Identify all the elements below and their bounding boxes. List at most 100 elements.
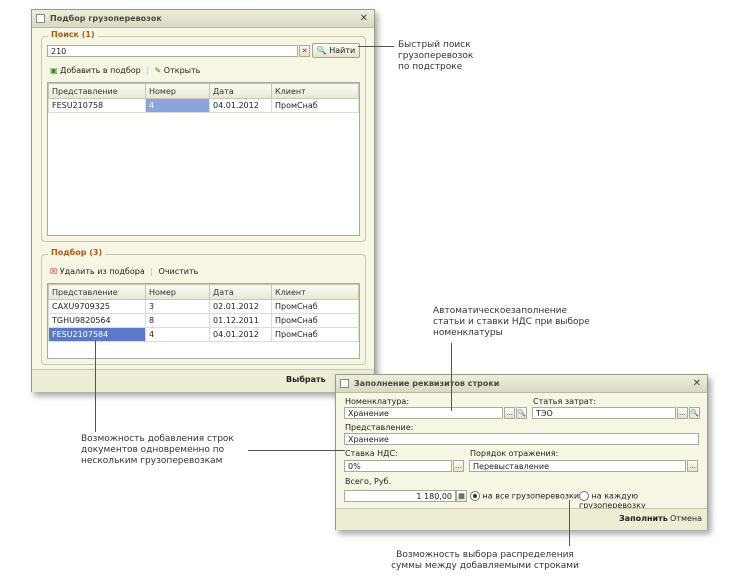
search-group-title: Поиск (1) [48, 30, 98, 39]
column-header[interactable]: Номер [145, 83, 210, 99]
pencil-icon: ✎ [154, 66, 162, 75]
cost-item-field[interactable]: ТЭО [532, 407, 676, 419]
window-title: Подбор грузоперевозок [50, 14, 162, 23]
annotation-line: документов одновременно по [81, 445, 225, 455]
window-titlebar: Подбор грузоперевозок ✕ [32, 10, 374, 28]
table-row[interactable]: TGHU9820564 8 01.12.2011 ПромСнаб [48, 313, 359, 328]
representation-label: Представление: [345, 423, 414, 432]
choose-button[interactable]: … [687, 460, 698, 472]
selection-toolbar: ☒ Удалить из подбора | Очистить [50, 266, 350, 278]
search-input[interactable]: 210 [47, 45, 298, 57]
annotation-line: по подстроке [398, 62, 463, 72]
reflection-field[interactable]: Перевыставление [469, 460, 686, 472]
nomenclature-label: Номенклатура: [345, 397, 410, 406]
dialog-footer: Заполнить Отмена [336, 508, 707, 530]
table-cell: FESU210758 [48, 98, 146, 113]
table-cell: 01.12.2011 [209, 313, 272, 328]
search-grid-header: Представление Номер Дата Клиент [48, 83, 359, 99]
dialog-title: Заполнение реквизитов строки [354, 379, 500, 388]
total-label: Всего, Руб. [345, 477, 392, 486]
table-cell: ПромСнаб [271, 327, 359, 342]
window-icon [36, 14, 45, 23]
clear-button[interactable]: Очистить [159, 267, 199, 276]
table-cell: CAXU9709325 [48, 299, 146, 314]
radio-all-label: на все грузоперевозки [482, 491, 580, 501]
search-icon[interactable]: 🔍 [516, 407, 527, 419]
annotation-line: нескольким грузоперевозкам [81, 456, 223, 466]
table-cell: FESU2107584 [48, 327, 146, 342]
callout-line [451, 343, 452, 411]
vat-field[interactable]: 0% [344, 460, 452, 472]
annotation-line: Возможность добавления строк [81, 434, 234, 444]
selection-grid: Представление Номер Дата Клиент CAXU9709… [47, 283, 360, 359]
window-footer: Выбрать [32, 369, 374, 392]
remove-from-selection-button[interactable]: ☒ Удалить из подбора [50, 267, 147, 276]
choose-button[interactable]: … [677, 407, 688, 419]
add-to-selection-label: Добавить в подбор [60, 66, 141, 75]
toolbar-divider: | [146, 66, 149, 75]
search-group: Поиск (1) 210 ✕ 🔍 Найти ▣ Добавить в под… [41, 30, 366, 242]
remove-icon: ☒ [50, 267, 58, 276]
radio-checked-icon [470, 491, 480, 501]
column-header[interactable]: Дата [209, 83, 272, 99]
table-cell: 3 [145, 299, 210, 314]
dialog-titlebar: Заполнение реквизитов строки ✕ [336, 375, 707, 393]
dialog-icon [340, 379, 349, 388]
column-header[interactable]: Номер [145, 284, 210, 300]
representation-field[interactable]: Хранение [344, 433, 699, 445]
column-header[interactable]: Клиент [271, 83, 359, 99]
callout-line [358, 46, 394, 47]
table-cell: 8 [145, 313, 210, 328]
column-header[interactable]: Дата [209, 284, 272, 300]
distribution-annotation: Возможность выбора распределения суммы м… [380, 550, 590, 572]
search-annotation: Быстрый поиск грузоперевозок по подстрок… [398, 40, 473, 73]
calculator-icon[interactable]: ▦ [456, 490, 467, 502]
table-row[interactable]: CAXU9709325 3 02.01.2012 ПромСнаб [48, 299, 359, 314]
column-header[interactable]: Представление [48, 83, 146, 99]
close-icon[interactable]: ✕ [693, 375, 701, 392]
table-cell: TGHU9820564 [48, 313, 146, 328]
annotation-line: грузоперевозок [398, 51, 474, 61]
find-button[interactable]: 🔍 Найти [312, 43, 360, 58]
callout-line [248, 450, 345, 451]
selection-grid-header: Представление Номер Дата Клиент [48, 284, 359, 300]
open-button[interactable]: ✎ Открыть [155, 66, 201, 75]
fill-button[interactable]: Заполнить [619, 514, 668, 523]
table-cell: 04.01.2012 [209, 327, 272, 342]
radio-unchecked-icon [579, 491, 589, 501]
radio-all[interactable]: на все грузоперевозки [470, 491, 579, 501]
search-toolbar: ▣ Добавить в подбор | ✎ Открыть [50, 65, 350, 77]
table-row[interactable]: FESU210758 4 04.01.2012 ПромСнаб [48, 98, 359, 113]
remove-from-selection-label: Удалить из подбора [59, 267, 145, 276]
search-results-grid: Представление Номер Дата Клиент FESU2107… [47, 82, 360, 236]
cancel-button[interactable]: Отмена [670, 514, 702, 523]
vat-label: Ставка НДС: [345, 449, 398, 458]
table-cell: ПромСнаб [271, 98, 359, 113]
table-cell: 04.01.2012 [209, 98, 272, 113]
multi-annotation: Возможность добавления строк документов … [81, 434, 234, 467]
add-to-selection-button[interactable]: ▣ Добавить в подбор [50, 66, 143, 75]
callout-line [569, 500, 570, 546]
nomenclature-field[interactable]: Хранение [344, 407, 503, 419]
table-cell: 02.01.2012 [209, 299, 272, 314]
table-cell: ПромСнаб [271, 313, 359, 328]
choose-button[interactable]: … [453, 460, 464, 472]
choose-button[interactable]: … [504, 407, 515, 419]
close-icon[interactable]: ✕ [360, 10, 368, 27]
column-header[interactable]: Клиент [271, 284, 359, 300]
toolbar-divider: | [150, 267, 153, 276]
add-icon: ▣ [50, 66, 58, 75]
find-button-label: Найти [329, 46, 356, 55]
search-icon: 🔍 [316, 46, 327, 55]
search-icon[interactable]: 🔍 [689, 407, 700, 419]
table-cell: ПромСнаб [271, 299, 359, 314]
table-cell: 4 [145, 327, 210, 342]
total-field[interactable]: 1 180,00 [344, 490, 456, 502]
row-fill-dialog: Заполнение реквизитов строки ✕ Номенклат… [335, 374, 708, 530]
column-header[interactable]: Представление [48, 284, 146, 300]
callout-line [95, 340, 96, 432]
cost-item-label: Статья затрат: [533, 397, 597, 406]
select-button[interactable]: Выбрать [286, 375, 326, 384]
clear-search-icon[interactable]: ✕ [299, 45, 310, 57]
annotation-line: суммы между добавляемыми строками [391, 561, 579, 571]
